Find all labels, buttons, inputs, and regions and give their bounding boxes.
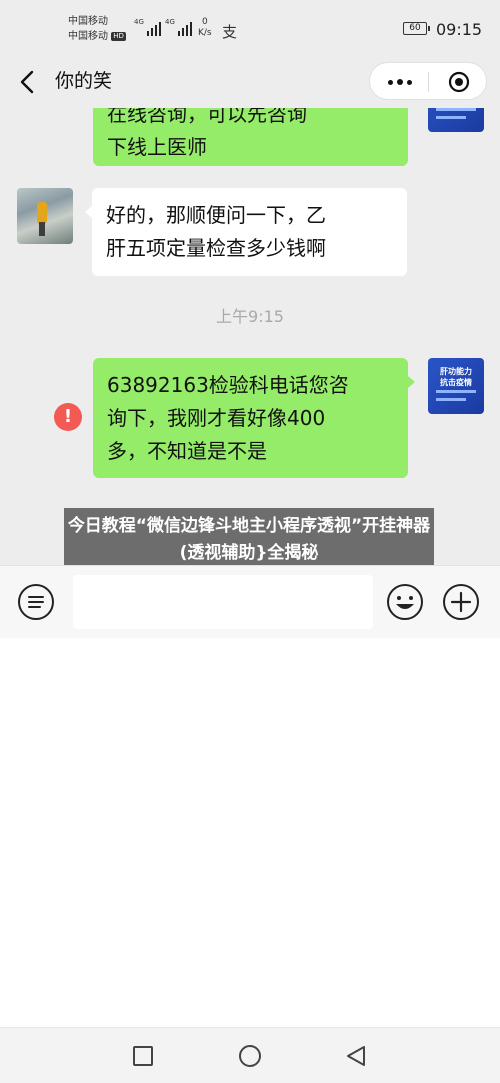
carrier-name-2: 中国移动 <box>68 31 108 42</box>
plus-icon[interactable] <box>441 582 481 622</box>
message-bubble-received[interactable]: 好的，那顺便问一下，乙 肝五项定量检查多少钱啊 <box>85 188 407 276</box>
network-speed: 0 K/s <box>198 17 212 39</box>
battery-icon: 60 <box>403 22 430 35</box>
speed-value: 0 <box>201 17 208 27</box>
chat-area[interactable]: 在线咨询，可以先咨询 下线上医师 肝功能力 抗击疫情 好的，那顺便问一下，乙 肝… <box>0 108 500 565</box>
message-timestamp: 上午9:15 <box>216 307 284 326</box>
signal-icon: 4G <box>165 18 192 36</box>
avatar-text: 肝功能力 抗击疫情 <box>440 367 472 387</box>
avatar[interactable]: 肝功能力 抗击疫情 <box>428 358 484 414</box>
chat-header: 你的笑 <box>0 58 500 108</box>
chat-title: 你的笑 <box>55 70 113 92</box>
voice-icon[interactable] <box>16 582 56 622</box>
send-failed-icon[interactable]: ! <box>54 403 82 431</box>
alipay-icon: 支 <box>222 23 238 41</box>
signal-icon: 4G <box>134 18 161 36</box>
target-icon[interactable] <box>448 71 470 93</box>
back-arrow-icon[interactable] <box>14 68 42 96</box>
network-type-2: 4G <box>165 18 175 26</box>
status-bar: 中国移动 中国移动 HD 4G 4G 0 K/s 支 60 09:15 <box>0 0 500 58</box>
speed-unit: K/s <box>198 28 212 38</box>
message-input[interactable] <box>73 575 373 629</box>
avatar[interactable] <box>17 188 73 244</box>
hd-badge: HD <box>111 31 126 41</box>
message-bubble-sent[interactable]: 在线咨询，可以先咨询 下线上医师 <box>93 108 408 166</box>
capsule-divider <box>428 72 429 92</box>
home-icon[interactable] <box>238 1044 262 1068</box>
message-bubble-sent[interactable]: 63892163检验科电话您咨 询下，我刚才看好像400 多，不知道是不是 <box>93 358 415 478</box>
network-type-1: 4G <box>134 18 144 26</box>
back-icon[interactable] <box>344 1044 368 1068</box>
carrier-name-1: 中国移动 <box>68 16 108 27</box>
carrier-info: 中国移动 中国移动 HD <box>68 14 126 44</box>
recent-apps-icon[interactable] <box>131 1044 155 1068</box>
more-icon[interactable] <box>384 72 416 92</box>
overlay-caption: 今日教程“微信边锋斗地主小程序透视”开挂神器(透视辅助}全揭秘 <box>64 508 434 573</box>
input-bar <box>0 565 500 638</box>
emoji-icon[interactable] <box>385 582 425 622</box>
status-time: 09:15 <box>436 20 483 39</box>
system-navigation-bar <box>0 1027 500 1083</box>
mini-program-capsule <box>369 62 487 100</box>
avatar[interactable]: 肝功能力 抗击疫情 <box>428 108 484 132</box>
battery-level: 60 <box>409 23 421 33</box>
